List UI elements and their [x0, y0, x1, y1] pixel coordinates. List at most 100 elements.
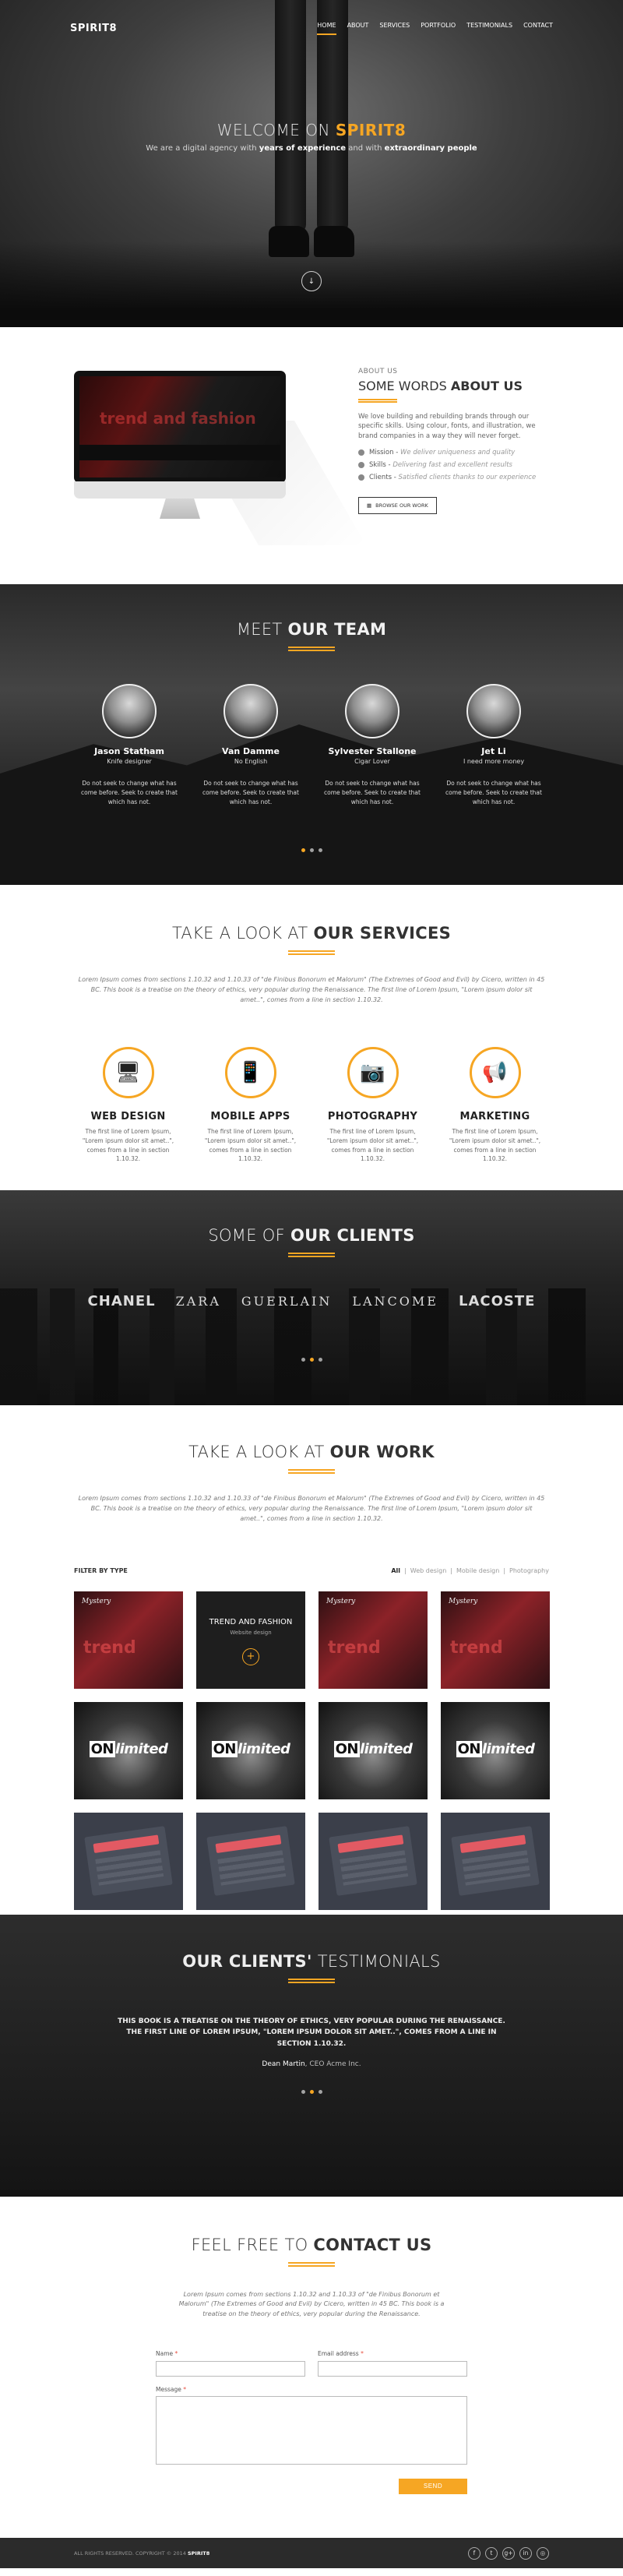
nav-item-testimonials[interactable]: TESTIMONIALS	[466, 22, 512, 35]
service-item: 📷 PHOTOGRAPHY The first line of Lorem Ip…	[320, 1047, 425, 1164]
megaphone-icon: 📢	[469, 1047, 521, 1099]
list-item: Clients - Satisfied clients thanks to ou…	[358, 474, 553, 481]
arrow-down-icon[interactable]: ↓	[301, 271, 322, 291]
slider-dot[interactable]	[318, 848, 322, 852]
nav-item-portfolio[interactable]: PORTFOLIO	[421, 22, 456, 35]
contact-intro: Lorem Ipsum comes from sections 1.10.32 …	[178, 2291, 445, 2317]
filter-options: All | Web design | Mobile design | Photogra…	[391, 1567, 549, 1575]
message-field[interactable]	[156, 2395, 467, 2465]
social-links: f t g+ in ◎	[468, 2546, 549, 2560]
slider-dot[interactable]	[309, 2090, 314, 2095]
portfolio-item[interactable]: Mystery trend	[319, 1591, 428, 1690]
clients-slider-dots	[0, 1358, 623, 1362]
filter-mobile-design[interactable]: Mobile design	[456, 1567, 499, 1574]
plus-icon[interactable]: +	[242, 1648, 259, 1666]
footer: ALL RIGHTS RESERVED. COPYRIGHT © 2014 SP…	[0, 2538, 623, 2568]
filter-photography[interactable]: Photography	[509, 1567, 549, 1574]
dribbble-icon[interactable]: ◎	[537, 2546, 549, 2560]
team-title: MEET OUR TEAM	[236, 620, 387, 639]
slider-dot[interactable]	[309, 848, 314, 852]
testimonials-section: OUR CLIENTS' TESTIMONIALS This book is a…	[0, 1915, 623, 2197]
portfolio-item[interactable]: Mystery trend	[441, 1591, 550, 1690]
avatar	[224, 684, 278, 738]
twitter-icon[interactable]: t	[485, 2546, 498, 2560]
services-intro: Lorem Ipsum comes from sections 1.10.32 …	[78, 976, 545, 1003]
portfolio-item[interactable]: ON limited	[319, 1702, 428, 1800]
bullet-icon	[358, 461, 364, 468]
browse-work-button[interactable]: ▦ BROWSE OUR WORK	[358, 496, 437, 514]
team-members: Jason Statham Knife designer Do not seek…	[0, 684, 623, 807]
monitor-mockup: trend and fashion	[74, 371, 286, 483]
client-logo-chanel: CHANEL	[87, 1293, 156, 1309]
team-member: Van Damme No English Do not seek to chan…	[196, 684, 305, 807]
name-field[interactable]	[156, 2360, 305, 2377]
email-field[interactable]	[318, 2360, 467, 2377]
list-item: Mission - We deliver uniqueness and qual…	[358, 449, 553, 456]
service-item: 📱 MOBILE APPS The first line of Lorem Ip…	[198, 1047, 303, 1164]
grid-icon: ▦	[367, 502, 372, 509]
avatar	[466, 684, 521, 738]
portfolio-item[interactable]	[74, 1813, 183, 1911]
hero-subtitle: We are a digital agency with years of ex…	[146, 144, 477, 153]
clients-section: SOME OF OUR CLIENTS CHANEL ZARA GUERLAIN…	[0, 1190, 623, 1405]
monitor-icon: 🖥	[102, 1047, 154, 1099]
client-logos: CHANEL ZARA GUERLAIN LANCOME LACOSTE	[0, 1293, 623, 1309]
nav-item-about[interactable]: ABOUT	[347, 22, 369, 35]
portfolio-item[interactable]	[441, 1813, 550, 1911]
site-logo[interactable]: SPIRIT8	[70, 23, 117, 34]
work-section: TAKE A LOOK AT OUR WORK Lorem Ipsum come…	[0, 1405, 623, 1915]
portfolio-item[interactable]: ON limited	[74, 1702, 183, 1800]
slider-dot[interactable]	[318, 1358, 322, 1362]
slider-dot[interactable]	[301, 848, 305, 852]
about-paragraph: We love building and rebuilding brands t…	[358, 413, 536, 440]
team-member: Jet Li I need more money Do not seek to …	[439, 684, 548, 807]
nav-item-contact[interactable]: CONTACT	[523, 22, 553, 35]
about-section: trend and fashion ABOUT US SOME WORDS AB…	[0, 327, 623, 584]
about-bullets: Mission - We deliver uniqueness and qual…	[358, 449, 553, 481]
work-title: TAKE A LOOK AT OUR WORK	[188, 1443, 435, 1461]
testimonials-title: OUR CLIENTS' TESTIMONIALS	[182, 1952, 441, 1971]
filter-label: FILTER BY TYPE	[74, 1567, 128, 1575]
slider-dot[interactable]	[318, 2090, 322, 2095]
top-navigation: SPIRIT8 HOME ABOUT SERVICES PORTFOLIO TE…	[70, 22, 553, 35]
nav-item-home[interactable]: HOME	[317, 22, 336, 35]
monitor-screen: trend and fashion	[79, 376, 280, 477]
testimonial-author: Dean Martin, CEO Acme Inc.	[262, 2060, 361, 2069]
portfolio-item-hovered[interactable]: TREND AND FASHION Website design +	[196, 1591, 305, 1690]
about-title: SOME WORDS ABOUT US	[358, 379, 523, 393]
client-logo-zara: ZARA	[175, 1294, 221, 1309]
portfolio-item[interactable]	[319, 1813, 428, 1911]
bullet-icon	[358, 474, 364, 481]
team-section: MEET OUR TEAM Jason Statham Knife design…	[0, 584, 623, 885]
slider-dot[interactable]	[309, 1358, 314, 1362]
list-item: Skills - Delivering fast and excellent r…	[358, 461, 553, 469]
google-plus-icon[interactable]: g+	[502, 2546, 515, 2560]
portfolio-grid: Mystery trend TREND AND FASHION Website d…	[74, 1591, 550, 1911]
client-logo-lacoste: LACOSTE	[458, 1293, 536, 1309]
nav-menu: HOME ABOUT SERVICES PORTFOLIO TESTIMONIA…	[317, 22, 553, 35]
bullet-icon	[358, 449, 364, 456]
portfolio-item[interactable]: ON limited	[441, 1702, 550, 1800]
hero-heading-block: WELCOME ON SPIRIT8 We are a digital agen…	[0, 121, 623, 153]
hero-section: SPIRIT8 HOME ABOUT SERVICES PORTFOLIO TE…	[0, 0, 623, 327]
name-label: Name *	[156, 2350, 178, 2358]
testimonial-slider-dots	[0, 2090, 623, 2095]
linkedin-icon[interactable]: in	[519, 2546, 532, 2560]
facebook-icon[interactable]: f	[468, 2546, 480, 2560]
slider-dot[interactable]	[301, 1358, 305, 1362]
contact-form: Name * Email address * Message * SEND	[156, 2350, 467, 2494]
filter-all[interactable]: All	[391, 1567, 400, 1574]
filter-web-design[interactable]: Web design	[410, 1567, 447, 1574]
about-kicker: ABOUT US	[358, 368, 398, 375]
send-button[interactable]: SEND	[399, 2478, 467, 2494]
about-text-block: ABOUT US SOME WORDS ABOUT US We love bui…	[358, 368, 553, 514]
hero-title: WELCOME ON SPIRIT8	[216, 121, 407, 139]
slider-dot[interactable]	[301, 2090, 305, 2095]
portfolio-item[interactable]: ON limited	[196, 1702, 305, 1800]
team-member: Sylvester Stallone Cigar Lover Do not se…	[318, 684, 427, 807]
portfolio-item[interactable]	[196, 1813, 305, 1911]
nav-item-services[interactable]: SERVICES	[379, 22, 410, 35]
services-section: TAKE A LOOK AT OUR SERVICES Lorem Ipsum …	[0, 885, 623, 1190]
portfolio-item[interactable]: Mystery trend	[74, 1591, 183, 1690]
contact-section: FEEL FREE TO CONTACT US Lorem Ipsum come…	[0, 2197, 623, 2538]
